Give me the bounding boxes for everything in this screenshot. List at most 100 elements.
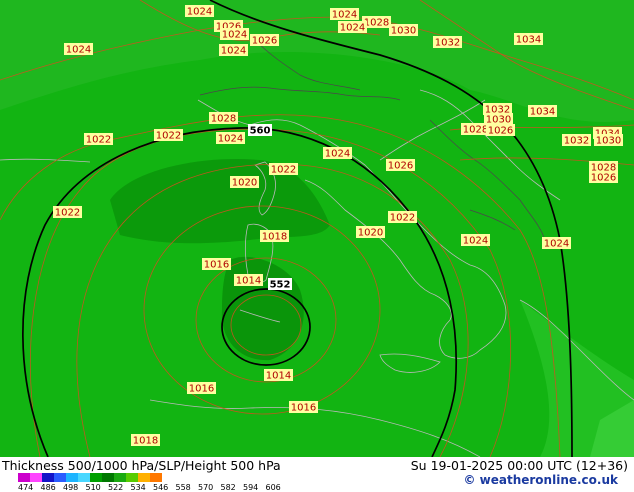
svg-text:552: 552 bbox=[270, 280, 291, 291]
legend-tick: 546 bbox=[153, 483, 169, 492]
svg-text:1022: 1022 bbox=[86, 135, 111, 146]
isobar-label: 1022 bbox=[53, 206, 82, 219]
svg-text:1024: 1024 bbox=[463, 236, 488, 247]
legend-tick: 606 bbox=[265, 483, 281, 492]
legend-swatch bbox=[54, 473, 66, 482]
svg-text:1022: 1022 bbox=[271, 165, 296, 176]
legend-swatch bbox=[30, 473, 42, 482]
svg-text:1024: 1024 bbox=[218, 134, 243, 145]
svg-text:1024: 1024 bbox=[187, 7, 212, 18]
svg-text:1026: 1026 bbox=[388, 161, 413, 172]
legend-swatch bbox=[114, 473, 126, 482]
svg-text:1022: 1022 bbox=[390, 213, 415, 224]
isobar-label: 1034 bbox=[528, 105, 557, 118]
isobar-label: 1028 bbox=[461, 123, 490, 136]
legend-swatch bbox=[78, 473, 90, 482]
height-label: 552 bbox=[268, 278, 292, 291]
isobar-label: 1026 bbox=[250, 34, 279, 47]
svg-text:1028: 1028 bbox=[364, 18, 389, 29]
isobar-label: 1020 bbox=[356, 226, 385, 239]
isobar-label: 1032 bbox=[562, 134, 591, 147]
isobar-label: 1024 bbox=[338, 21, 367, 34]
isobar-label: 1014 bbox=[264, 369, 293, 382]
isobar-label: 1026 bbox=[589, 171, 618, 184]
svg-text:1024: 1024 bbox=[332, 10, 357, 21]
legend-tick: 498 bbox=[63, 483, 79, 492]
legend-tick: 474 bbox=[18, 483, 34, 492]
svg-text:1016: 1016 bbox=[189, 384, 214, 395]
legend-tick: 510 bbox=[85, 483, 101, 492]
isobar-label: 1024 bbox=[185, 5, 214, 18]
svg-text:1016: 1016 bbox=[204, 260, 229, 271]
legend-tick: 486 bbox=[40, 483, 56, 492]
svg-text:1030: 1030 bbox=[596, 136, 621, 147]
svg-text:1028: 1028 bbox=[463, 125, 488, 136]
isobar-label: 1016 bbox=[202, 258, 231, 271]
legend-tick: 570 bbox=[198, 483, 214, 492]
isobar-label: 1016 bbox=[187, 382, 216, 395]
svg-text:1024: 1024 bbox=[66, 45, 91, 56]
isobar-label: 1014 bbox=[234, 274, 263, 287]
svg-text:1020: 1020 bbox=[358, 228, 383, 239]
svg-text:1014: 1014 bbox=[266, 371, 291, 382]
legend-tick: 558 bbox=[175, 483, 191, 492]
svg-text:1022: 1022 bbox=[156, 131, 181, 142]
legend-tick: 594 bbox=[243, 483, 259, 492]
isobar-label: 1026 bbox=[386, 159, 415, 172]
legend-swatch bbox=[90, 473, 102, 482]
svg-text:1014: 1014 bbox=[236, 276, 261, 287]
svg-text:1024: 1024 bbox=[325, 149, 350, 160]
isobar-label: 1024 bbox=[542, 237, 571, 250]
svg-text:1026: 1026 bbox=[252, 36, 277, 47]
isobar-label: 1024 bbox=[323, 147, 352, 160]
legend-tick: 534 bbox=[130, 483, 146, 492]
legend-swatch bbox=[138, 473, 150, 482]
svg-text:1034: 1034 bbox=[530, 107, 555, 118]
credit-link[interactable]: © weatheronline.co.uk bbox=[463, 473, 618, 487]
valid-time: Su 19-01-2025 00:00 UTC (12+36) bbox=[410, 458, 628, 473]
svg-text:1026: 1026 bbox=[591, 173, 616, 184]
legend-swatch bbox=[18, 473, 30, 482]
map-footer: Thickness 500/1000 hPa/SLP/Height 500 hP… bbox=[0, 457, 634, 492]
isobar-label: 1024 bbox=[64, 43, 93, 56]
isobar-label: 1028 bbox=[209, 112, 238, 125]
legend-swatch bbox=[102, 473, 114, 482]
svg-text:1018: 1018 bbox=[133, 436, 158, 447]
weather-map: 1024 1024 1026 1024 1028 1024 1030 1032 … bbox=[0, 0, 634, 457]
isobar-label: 1016 bbox=[289, 401, 318, 414]
svg-text:1024: 1024 bbox=[222, 30, 247, 41]
isobar-label: 1018 bbox=[260, 230, 289, 243]
isobar-label: 1022 bbox=[84, 133, 113, 146]
map-title: Thickness 500/1000 hPa/SLP/Height 500 hP… bbox=[2, 458, 281, 473]
isobar-label: 1018 bbox=[131, 434, 160, 447]
legend-swatch bbox=[150, 473, 162, 482]
svg-text:1032: 1032 bbox=[564, 136, 589, 147]
isobar-label: 1022 bbox=[269, 163, 298, 176]
isobar-label: 1030 bbox=[389, 24, 418, 37]
svg-text:1022: 1022 bbox=[55, 208, 80, 219]
svg-text:1032: 1032 bbox=[435, 38, 460, 49]
isobar-label: 1024 bbox=[216, 132, 245, 145]
svg-text:1024: 1024 bbox=[221, 46, 246, 57]
isobar-label: 1024 bbox=[330, 8, 359, 21]
svg-text:1024: 1024 bbox=[544, 239, 569, 250]
svg-text:1016: 1016 bbox=[291, 403, 316, 414]
isobar-label: 1032 bbox=[433, 36, 462, 49]
legend-swatch bbox=[42, 473, 54, 482]
legend-tick: 582 bbox=[220, 483, 236, 492]
svg-text:1026: 1026 bbox=[488, 126, 513, 137]
svg-text:1034: 1034 bbox=[516, 35, 541, 46]
svg-text:1028: 1028 bbox=[211, 114, 236, 125]
isobar-label: 1024 bbox=[461, 234, 490, 247]
legend-tick: 522 bbox=[108, 483, 124, 492]
isobar-label: 1022 bbox=[154, 129, 183, 142]
legend-swatch bbox=[126, 473, 138, 482]
svg-text:1018: 1018 bbox=[262, 232, 287, 243]
svg-text:1020: 1020 bbox=[232, 178, 257, 189]
isobar-label: 1026 bbox=[486, 124, 515, 137]
isobar-label: 1030 bbox=[594, 134, 623, 147]
isobar-label: 1024 bbox=[219, 44, 248, 57]
color-legend bbox=[18, 473, 162, 482]
isobar-label: 1020 bbox=[230, 176, 259, 189]
height-label: 560 bbox=[248, 124, 272, 137]
